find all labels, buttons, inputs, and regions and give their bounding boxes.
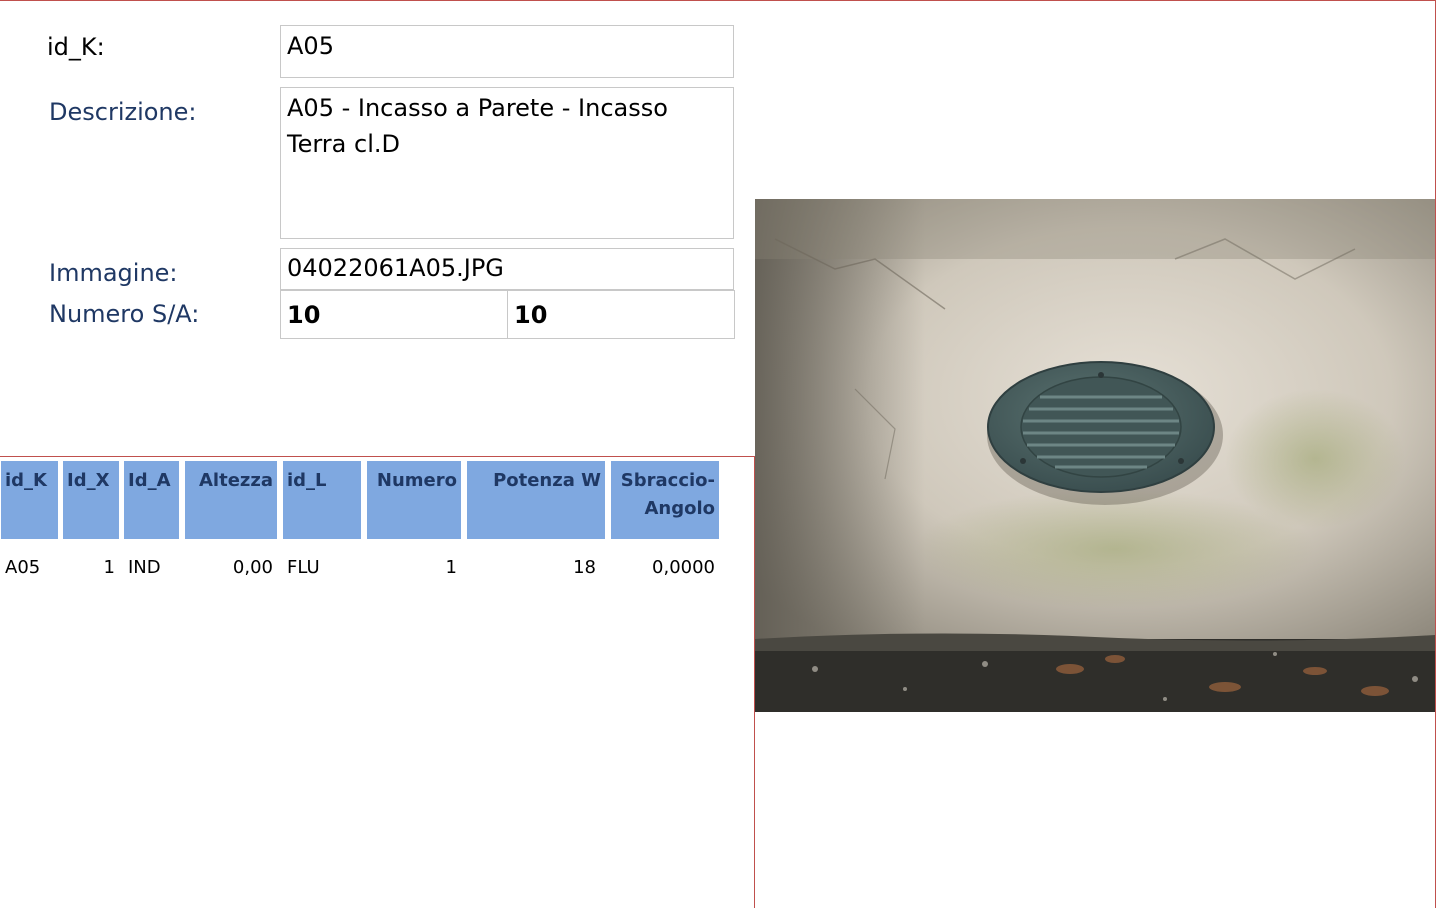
header-id-a: Id_A	[124, 461, 179, 539]
header-altezza: Altezza	[185, 461, 277, 539]
cell-sbraccio-angolo: 0,0000	[652, 557, 715, 578]
numero-s-field[interactable]: 10	[280, 290, 508, 339]
immagine-label: Immagine:	[49, 259, 178, 287]
header-numero: Numero	[367, 461, 461, 539]
header-id-l: id_L	[283, 461, 361, 539]
header-sbraccio-angolo: Sbraccio-Angolo	[611, 461, 719, 539]
cell-potenza-w: 18	[573, 557, 596, 578]
fixture-photo	[755, 199, 1435, 712]
id-k-field[interactable]: A05	[280, 25, 734, 78]
header-id-x: Id_X	[63, 461, 119, 539]
cell-id-k: A05	[5, 557, 41, 578]
section-divider	[0, 456, 755, 457]
cell-id-x: 1	[103, 557, 115, 578]
cell-id-a: IND	[128, 557, 161, 578]
id-k-label: id_K:	[47, 33, 105, 61]
record-page: id_K: A05 Descrizione: A05 - Incasso a P…	[0, 0, 1436, 908]
descrizione-field[interactable]: A05 - Incasso a Parete - Incasso Terra c…	[280, 87, 734, 239]
numero-a-field[interactable]: 10	[507, 290, 735, 339]
cell-altezza: 0,00	[232, 557, 273, 578]
header-potenza-w: Potenza W	[467, 461, 605, 539]
cell-id-l: FLU	[287, 557, 320, 578]
header-id-k: id_K	[1, 461, 58, 539]
numero-sa-label: Numero S/A:	[49, 300, 200, 328]
immagine-field[interactable]: 04022061A05.JPG	[280, 248, 734, 290]
descrizione-label: Descrizione:	[49, 98, 197, 126]
cell-numero: 1	[445, 557, 457, 578]
